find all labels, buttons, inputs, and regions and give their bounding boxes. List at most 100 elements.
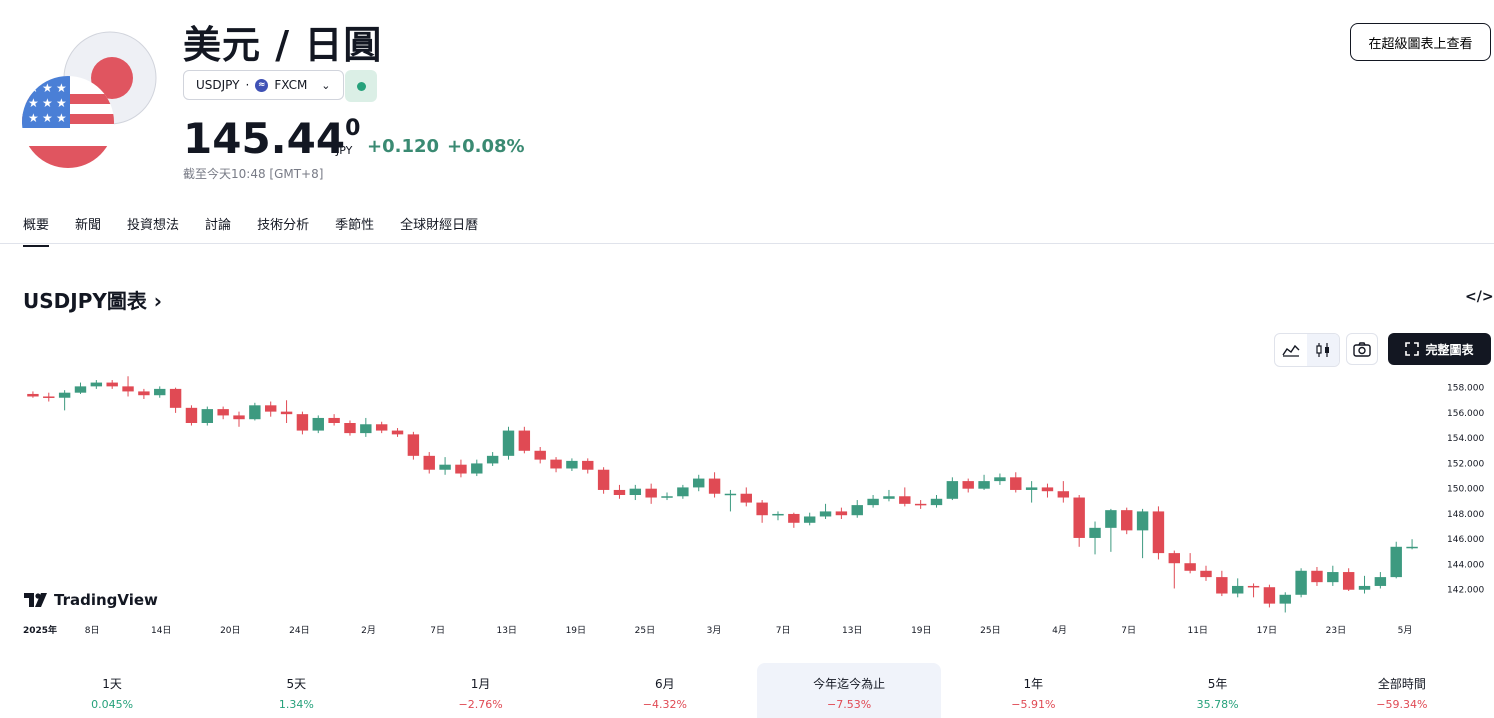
candle-body (58, 392, 71, 398)
period-value: −7.53% (827, 698, 872, 711)
candle-body (899, 496, 911, 504)
period-value: −4.32% (642, 698, 687, 711)
area-chart-icon (1282, 344, 1300, 357)
chart-style-toggle (1274, 333, 1340, 367)
candles-chart-button[interactable] (1307, 334, 1339, 366)
candle-body (914, 503, 927, 506)
x-tick-label: 24日 (289, 625, 309, 636)
candle-body (169, 388, 182, 408)
candle-body (391, 430, 404, 435)
market-status-indicator[interactable] (345, 70, 377, 102)
full-chart-button[interactable]: 完整圖表 (1388, 333, 1491, 365)
candle-body (106, 382, 118, 387)
candle (265, 401, 277, 417)
candle (1073, 495, 1085, 547)
candle (677, 484, 689, 499)
candle (1121, 507, 1133, 535)
candle (629, 484, 642, 501)
candle-body (883, 496, 895, 499)
period-5y[interactable]: 5年 35.78% (1126, 663, 1310, 718)
candle (1406, 539, 1418, 550)
x-tick-label: 20日 (220, 625, 240, 636)
candle (946, 477, 959, 501)
candle (138, 388, 150, 399)
x-tick-label: 25日 (980, 625, 1000, 636)
candle-body (1279, 594, 1291, 604)
candle (1327, 565, 1339, 586)
candle (439, 457, 451, 475)
candle-body (27, 393, 39, 397)
candle-body (471, 463, 483, 474)
x-tick-label: 17日 (1257, 625, 1277, 636)
candle-body (756, 502, 768, 516)
candle-body (1311, 570, 1323, 583)
candle (994, 473, 1006, 485)
candle-body (1010, 477, 1022, 490)
candle (169, 387, 182, 413)
candle-body (1089, 527, 1101, 538)
candle (423, 452, 435, 474)
candle-body (851, 505, 863, 516)
candle-body (1105, 510, 1117, 528)
candle (756, 500, 768, 523)
period-1m[interactable]: 1月 −2.76% (389, 663, 573, 718)
y-tick-label: 158.000 (1447, 384, 1484, 394)
candle-body (1152, 511, 1165, 554)
candle (788, 512, 800, 528)
candle (312, 415, 324, 434)
candle (391, 428, 404, 437)
candle (1025, 481, 1038, 503)
candle (1010, 472, 1022, 493)
period-5d[interactable]: 5天 1.34% (204, 663, 388, 718)
chart-title-link[interactable]: USDJPY圖表 › (23, 285, 162, 314)
candle-body (312, 417, 324, 431)
period-label: 5天 (286, 677, 307, 691)
price-chart[interactable]: 158.000 156.000 154.000 152.000 150.000 148.0… (0, 375, 1494, 645)
period-value: −2.76% (458, 698, 503, 711)
candle-body (375, 424, 388, 431)
period-ytd[interactable]: 今年迄今為止 −7.53% (757, 663, 942, 718)
candle (486, 452, 499, 466)
candle (693, 474, 705, 492)
period-1d[interactable]: 1天 0.045% (20, 663, 204, 718)
x-tick-label: 19日 (911, 625, 931, 636)
snapshot-button[interactable] (1346, 333, 1378, 365)
candle-body (518, 430, 531, 451)
page-title: 美元 / 日圓 (183, 23, 383, 67)
candle-body (502, 430, 515, 456)
area-chart-button[interactable] (1275, 334, 1307, 366)
price-fraction: 0 (345, 116, 361, 141)
view-supercharts-button[interactable]: 在超級圖表上查看 (1350, 23, 1491, 61)
candle (1136, 508, 1149, 559)
candle-body (772, 513, 784, 516)
candle-body (994, 477, 1006, 482)
x-tick-label: 23日 (1326, 625, 1346, 636)
tradingview-brand: TradingView (54, 591, 158, 609)
candle-body (1342, 572, 1355, 590)
period-label: 1年 (1023, 677, 1044, 691)
symbol-label: USDJPY (196, 78, 240, 92)
candle (1200, 565, 1212, 581)
exchange-logo-icon: ≈ (255, 78, 269, 92)
candle (819, 503, 832, 519)
y-tick-label: 146.000 (1447, 535, 1484, 545)
candle-body (90, 382, 103, 387)
candle-body (1216, 577, 1228, 594)
period-value: 35.78% (1196, 698, 1239, 711)
x-tick-label: 2月 (361, 625, 376, 636)
last-price: 145.440 (183, 114, 360, 163)
change-absolute: +0.120 (367, 136, 440, 157)
candle (772, 511, 784, 521)
symbol-selector[interactable]: USDJPY · ≈ FXCM ⌄ (183, 70, 344, 100)
candle-body (233, 415, 245, 420)
period-6m[interactable]: 6月 −4.32% (573, 663, 757, 718)
embed-code-icon[interactable]: </> (1465, 289, 1494, 305)
period-1y[interactable]: 1年 −5.91% (941, 663, 1125, 718)
x-tick-label: 13日 (496, 625, 516, 636)
period-label: 今年迄今為止 (813, 677, 886, 691)
price-currency: JPY (336, 144, 353, 157)
candle (803, 512, 816, 526)
candle-body (407, 434, 420, 456)
period-all-time[interactable]: 全部時間 −59.34% (1310, 663, 1494, 718)
candle (597, 467, 610, 494)
